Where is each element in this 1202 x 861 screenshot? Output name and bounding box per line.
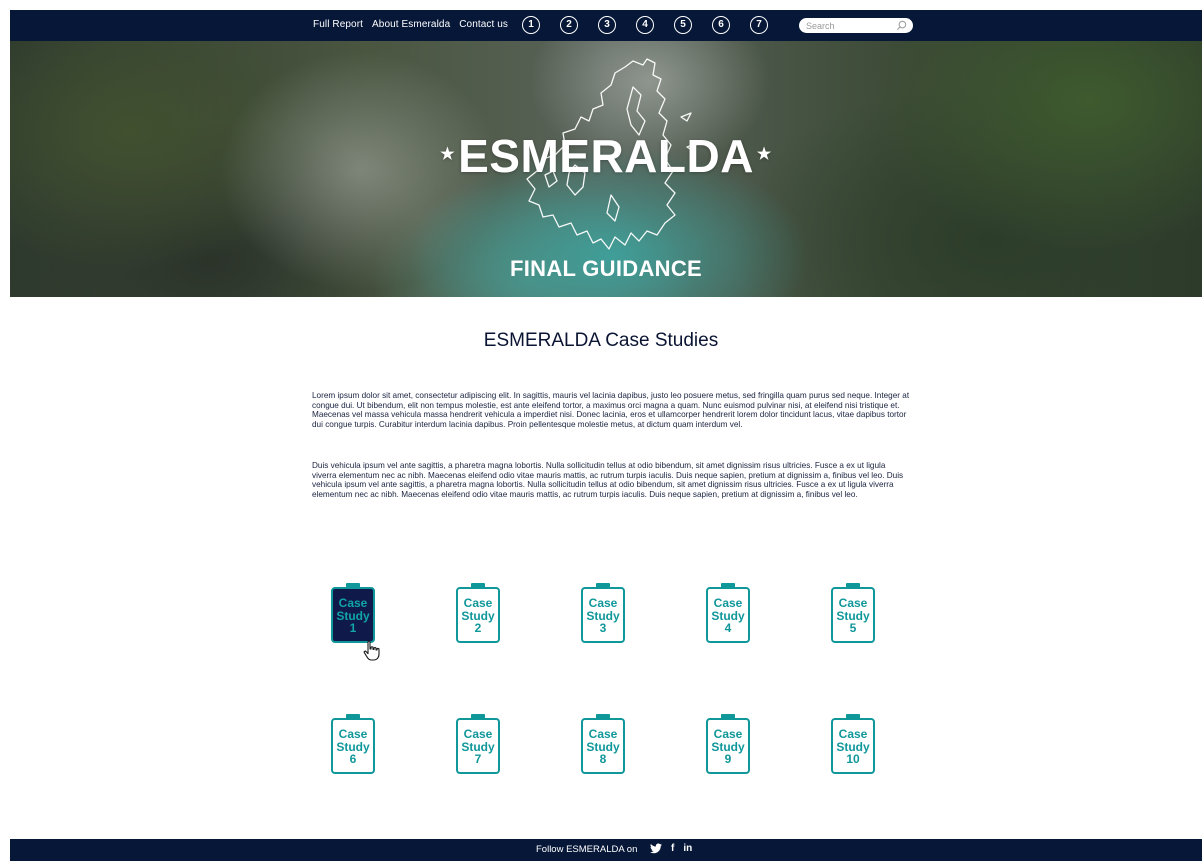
clipboard-clip-icon: [721, 714, 735, 720]
case-study-5-button[interactable]: Case Study 5: [831, 583, 875, 643]
card-label: Case Study 9: [711, 727, 745, 767]
card-label: Case Study 7: [461, 727, 495, 767]
case-study-2-button[interactable]: Case Study 2: [456, 583, 500, 643]
clipboard-clip-icon: [471, 583, 485, 589]
clipboard-clip-icon: [346, 714, 360, 720]
step-6-button[interactable]: 6: [712, 16, 730, 34]
case-study-9-button[interactable]: Case Study 9: [706, 714, 750, 774]
card-label: Case Study 2: [461, 596, 495, 636]
clipboard-clip-icon: [596, 714, 610, 720]
hero-subtitle: FINAL GUIDANCE: [509, 256, 703, 281]
clipboard-clip-icon: [721, 583, 735, 589]
nav-link-contact-us[interactable]: Contact us: [459, 19, 508, 30]
step-2-button[interactable]: 2: [560, 16, 578, 34]
step-4-button[interactable]: 4: [636, 16, 654, 34]
card-label: Case Study 5: [836, 596, 870, 636]
card-label: Case Study 4: [711, 596, 745, 636]
step-number-nav: 1 2 3 4 5 6 7: [522, 16, 768, 34]
clipboard-clip-icon: [596, 583, 610, 589]
card-label: Case Study 10: [836, 727, 870, 767]
card-label: Case Study 1: [336, 596, 370, 636]
case-study-6-button[interactable]: Case Study 6: [331, 714, 375, 774]
top-navigation-bar: Full Report About Esmeralda Contact us 1…: [10, 10, 1202, 41]
search-input[interactable]: [806, 20, 896, 31]
star-icon: ★: [440, 145, 456, 163]
case-study-4-button[interactable]: Case Study 4: [706, 583, 750, 643]
clipboard-clip-icon: [846, 583, 860, 589]
case-study-1-button[interactable]: Case Study 1: [331, 583, 375, 643]
card-label: Case Study 3: [586, 596, 620, 636]
step-5-button[interactable]: 5: [674, 16, 692, 34]
linkedin-icon[interactable]: in: [683, 843, 692, 854]
nav-link-about-esmeralda[interactable]: About Esmeralda: [372, 19, 450, 30]
star-icon: ★: [756, 145, 772, 163]
case-study-8-button[interactable]: Case Study 8: [581, 714, 625, 774]
step-1-button[interactable]: 1: [522, 16, 540, 34]
search-icon[interactable]: [896, 20, 907, 31]
card-label: Case Study 8: [586, 727, 620, 767]
clipboard-clip-icon: [846, 714, 860, 720]
social-links: f in: [650, 843, 692, 854]
footer-bar: Follow ESMERALDA on f in: [10, 839, 1202, 861]
nav-link-full-report[interactable]: Full Report: [313, 19, 363, 30]
case-study-7-button[interactable]: Case Study 7: [456, 714, 500, 774]
step-3-button[interactable]: 3: [598, 16, 616, 34]
facebook-icon[interactable]: f: [671, 843, 674, 854]
nav-links: Full Report About Esmeralda Contact us: [313, 19, 508, 30]
follow-text: Follow ESMERALDA on: [536, 844, 638, 855]
step-7-button[interactable]: 7: [750, 16, 768, 34]
clipboard-clip-icon: [471, 714, 485, 720]
case-study-3-button[interactable]: Case Study 3: [581, 583, 625, 643]
twitter-icon[interactable]: [650, 843, 662, 854]
hero-title: ★ESMERALDA ★: [440, 130, 772, 182]
case-study-10-button[interactable]: Case Study 10: [831, 714, 875, 774]
intro-paragraph-1: Lorem ipsum dolor sit amet, consectetur …: [312, 391, 910, 429]
hand-pointer-cursor-icon: [363, 640, 380, 661]
page-title: ESMERALDA Case Studies: [483, 330, 719, 351]
card-label: Case Study 6: [336, 727, 370, 767]
clipboard-clip-icon: [346, 583, 360, 589]
hero-banner: ★ESMERALDA ★ FINAL GUIDANCE: [10, 41, 1202, 297]
intro-paragraph-2: Duis vehicula ipsum vel ante sagittis, a…: [312, 461, 904, 499]
search-box: [799, 18, 913, 33]
